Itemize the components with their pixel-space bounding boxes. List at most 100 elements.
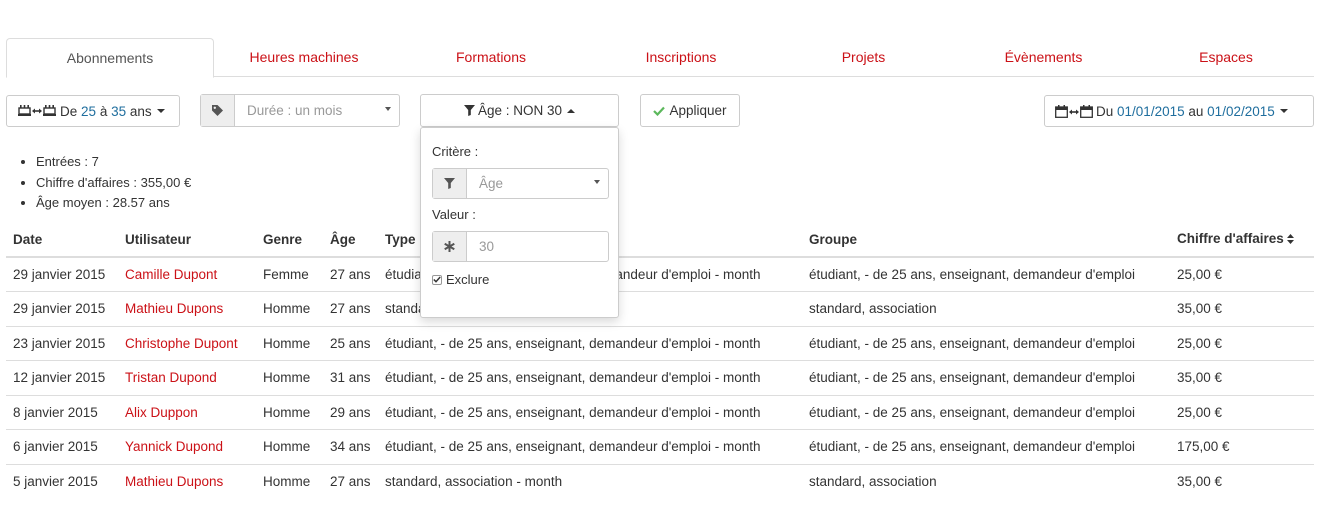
- cell-gender: Homme: [256, 326, 323, 361]
- duration-select[interactable]: Durée : un mois: [200, 94, 400, 127]
- table-row: 8 janvier 2015 Alix Duppon Homme 29 ans …: [6, 395, 1314, 430]
- duration-select-value[interactable]: Durée : un mois: [235, 95, 399, 126]
- cell-gender: Femme: [256, 257, 323, 292]
- cell-user-link[interactable]: Yannick Dupond: [118, 429, 256, 465]
- date-range-dropdown[interactable]: Du 01/01/2015 au 01/02/2015: [1044, 95, 1314, 127]
- value-input[interactable]: 30: [432, 231, 609, 262]
- cell-group: étudiant, - de 25 ans, enseignant, deman…: [802, 395, 1170, 430]
- age-range-to: 35: [111, 103, 127, 119]
- select-arrow-icon: [385, 107, 391, 111]
- cell-group: étudiant, - de 25 ans, enseignant, deman…: [802, 360, 1170, 396]
- caret-down-icon: [156, 109, 165, 113]
- asterisk-icon: [433, 232, 467, 261]
- exclude-checkbox[interactable]: [432, 274, 442, 285]
- date-range-sep: au: [1188, 103, 1204, 119]
- apply-button[interactable]: Appliquer: [640, 94, 740, 127]
- criterion-select[interactable]: Âge: [432, 168, 609, 199]
- cell-user-link[interactable]: Christophe Dupont: [118, 326, 256, 361]
- select-arrow-icon: [594, 180, 600, 184]
- column-header-group[interactable]: Groupe: [802, 222, 1170, 258]
- cell-gender: Homme: [263, 474, 311, 489]
- tab-espaces[interactable]: Espaces: [1136, 38, 1316, 77]
- tab-abonnements[interactable]: Abonnements: [6, 38, 214, 78]
- cell-gender: Homme: [256, 429, 323, 465]
- column-header-user[interactable]: Utilisateur: [118, 222, 256, 258]
- age-filter-label: Âge : NON 30: [477, 103, 563, 118]
- sort-icon[interactable]: [1286, 232, 1294, 247]
- cell-group: standard, association: [809, 474, 937, 489]
- checkmark-icon: [433, 276, 441, 283]
- cell-user-link[interactable]: Camille Dupont: [118, 257, 256, 292]
- tab-evenements[interactable]: Évènements: [951, 38, 1136, 77]
- cell-age: 27 ans: [323, 257, 378, 292]
- subscriptions-table: Date Utilisateur Genre Âge Type Groupe C…: [6, 222, 1314, 499]
- age-range-icon: [17, 104, 57, 118]
- cell-type: étudiant, - de 25 ans, enseignant, deman…: [378, 395, 802, 430]
- age-filter-button[interactable]: Âge : NON 30: [420, 94, 619, 127]
- table-row: 6 janvier 2015 Yannick Dupond Homme 34 a…: [6, 429, 1314, 465]
- column-header-date[interactable]: Date: [6, 222, 118, 258]
- criterion-select-value[interactable]: Âge: [467, 169, 608, 198]
- cell-gender: Homme: [256, 360, 323, 396]
- cell-group: standard, association: [802, 291, 1170, 327]
- age-filter-popover: Critère : Âge Valeur : 30 Exclure: [420, 127, 619, 318]
- age-range-prefix: De: [60, 103, 78, 119]
- age-range-dropdown[interactable]: De 25 à 35 ans: [6, 95, 180, 127]
- cell-revenue: 25,00 €: [1170, 257, 1314, 292]
- cell-date: 5 janvier 2015: [13, 474, 98, 489]
- filter-icon: [433, 169, 467, 198]
- cell-revenue: 35,00 €: [1170, 291, 1314, 327]
- cell-user-link[interactable]: Tristan Dupond: [118, 360, 256, 396]
- tab-heures-machines[interactable]: Heures machines: [214, 38, 394, 77]
- column-header-revenue-label: Chiffre d'affaires: [1177, 231, 1284, 247]
- stat-average-age: Âge moyen : 28.57 ans: [36, 193, 191, 214]
- cell-user-link[interactable]: Mathieu Dupons: [118, 464, 256, 499]
- cell-revenue: 25,00 €: [1170, 326, 1314, 361]
- column-header-revenue[interactable]: Chiffre d'affaires: [1170, 222, 1314, 258]
- table-row: 12 janvier 2015 Tristan Dupond Homme 31 …: [6, 360, 1314, 396]
- cell-date: 23 janvier 2015: [6, 326, 118, 361]
- cell-type: standard, association - month: [385, 474, 563, 489]
- date-range-from: 01/01/2015: [1117, 103, 1185, 119]
- cell-type: étudiant, - de 25 ans, enseignant, deman…: [378, 326, 802, 361]
- date-range-prefix: Du: [1096, 103, 1114, 119]
- value-field[interactable]: 30: [467, 232, 608, 261]
- apply-label: Appliquer: [669, 103, 727, 118]
- cell-date: 29 janvier 2015: [6, 257, 118, 292]
- tab-bar: Abonnements Heures machines Formations I…: [6, 38, 1316, 78]
- exclude-row: Exclure: [432, 272, 489, 287]
- table-header-row: Date Utilisateur Genre Âge Type Groupe C…: [6, 222, 1314, 258]
- cell-age: 25 ans: [323, 326, 378, 361]
- age-range-suffix: ans: [129, 103, 152, 119]
- cell-group: étudiant, - de 25 ans, enseignant, deman…: [802, 429, 1170, 465]
- value-text: 30: [479, 239, 495, 254]
- cell-type: étudiant, - de 25 ans, enseignant, deman…: [378, 360, 802, 396]
- tab-projets[interactable]: Projets: [776, 38, 951, 77]
- tab-formations[interactable]: Formations: [396, 38, 586, 77]
- tab-inscriptions[interactable]: Inscriptions: [586, 38, 776, 77]
- age-range-sep: à: [99, 103, 108, 119]
- cell-age: 29 ans: [323, 395, 378, 430]
- age-range-from: 25: [81, 103, 97, 119]
- cell-revenue: 35,00 €: [1170, 360, 1314, 396]
- cell-date: 8 janvier 2015: [6, 395, 118, 430]
- caret-down-icon: [1279, 109, 1288, 113]
- cell-date: 12 janvier 2015: [6, 360, 118, 396]
- tag-icon: [201, 95, 235, 126]
- cell-gender: Homme: [256, 291, 323, 327]
- exclude-label: Exclure: [446, 272, 490, 287]
- check-icon: [653, 106, 666, 116]
- column-header-gender[interactable]: Genre: [256, 222, 323, 258]
- cell-user-link[interactable]: Alix Duppon: [118, 395, 256, 430]
- criterion-placeholder: Âge: [479, 176, 504, 191]
- cell-date: 29 janvier 2015: [6, 291, 118, 327]
- cell-user-link[interactable]: Mathieu Dupons: [118, 291, 256, 327]
- cell-gender: Homme: [256, 395, 323, 430]
- cell-revenue: 175,00 €: [1170, 429, 1314, 465]
- table-row: 29 janvier 2015 Camille Dupont Femme 27 …: [6, 257, 1314, 292]
- cell-group: étudiant, - de 25 ans, enseignant, deman…: [802, 257, 1170, 292]
- cell-age: 27 ans: [323, 291, 378, 327]
- stat-entries: Entrées : 7: [36, 152, 191, 173]
- column-header-age[interactable]: Âge: [323, 222, 378, 258]
- date-range-to: 01/02/2015: [1207, 103, 1275, 119]
